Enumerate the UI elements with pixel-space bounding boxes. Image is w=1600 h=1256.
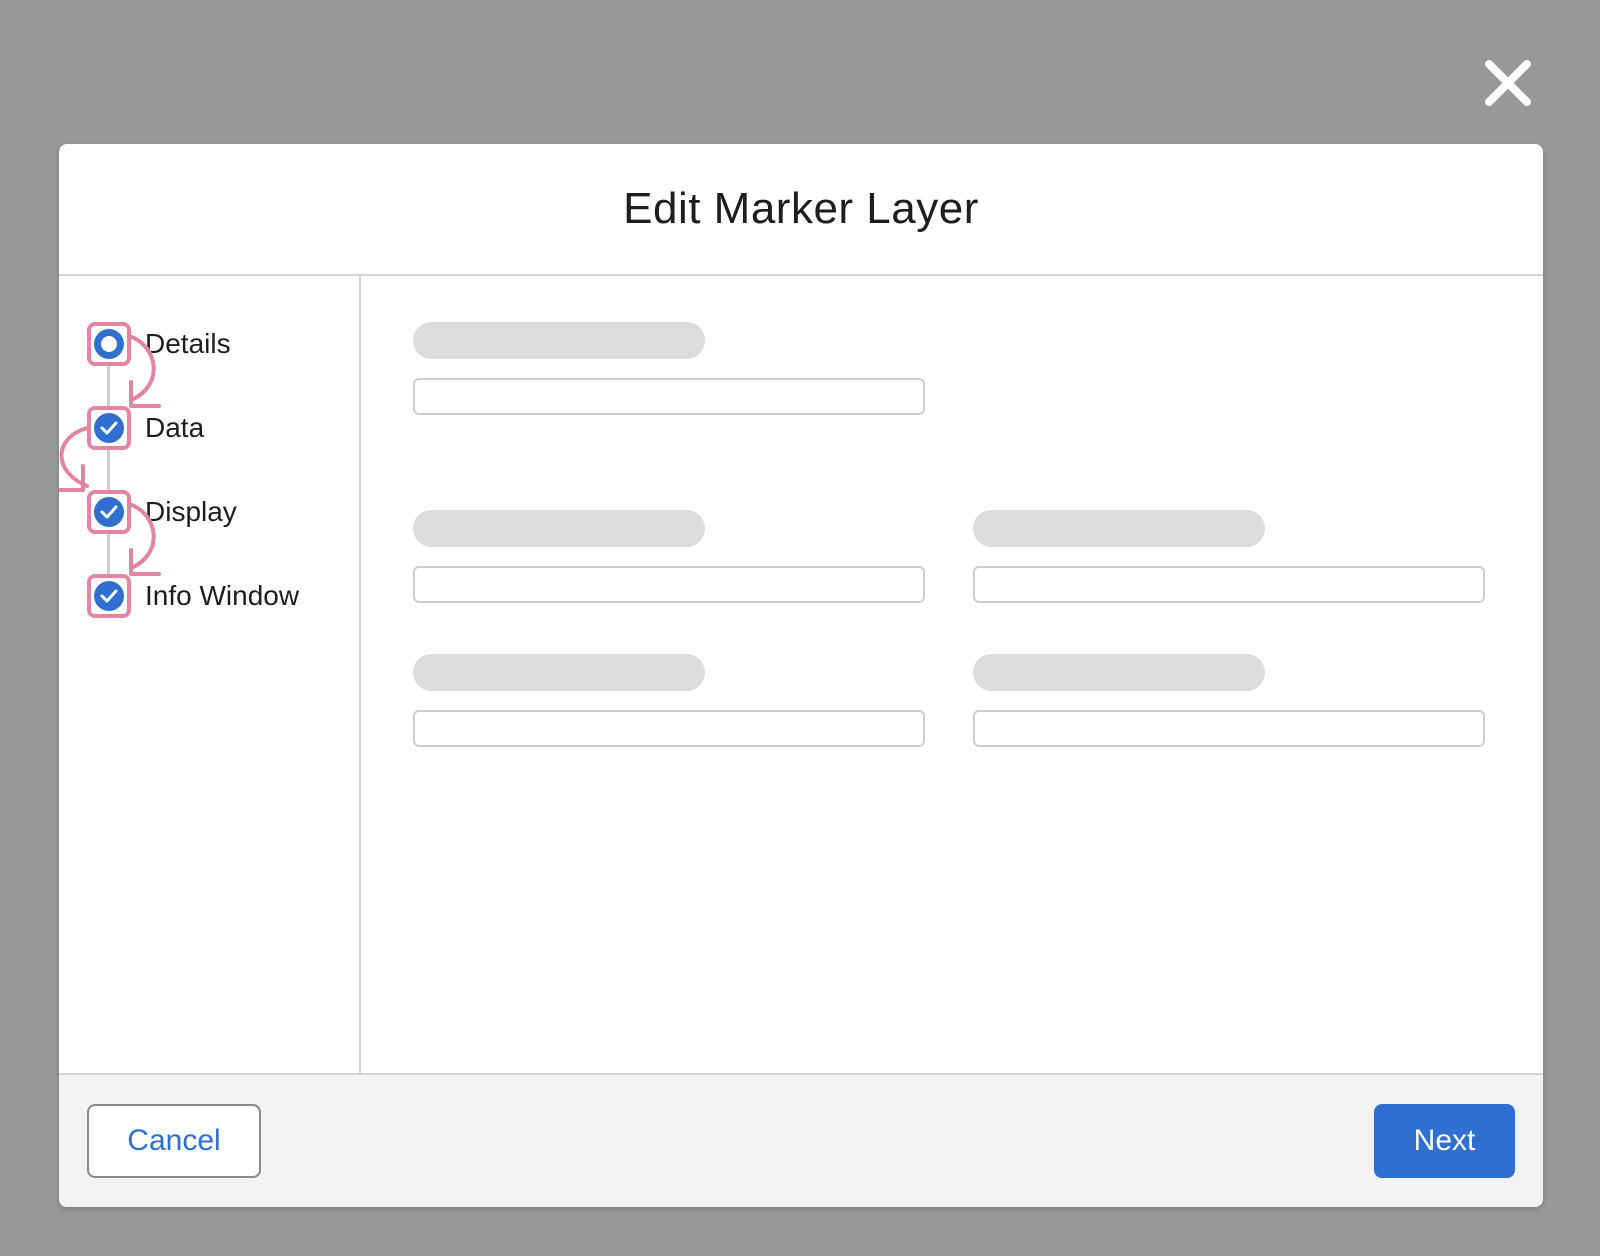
modal-title: Edit Marker Layer: [623, 184, 979, 233]
step-marker: [87, 406, 131, 450]
curved-arrow-icon: [129, 380, 161, 408]
skeleton-label: [413, 654, 705, 691]
step-data[interactable]: Data: [87, 406, 204, 450]
step-details[interactable]: Details: [87, 322, 231, 366]
step-connector: [107, 366, 110, 406]
step-marker: [87, 574, 131, 618]
skeleton-input[interactable]: [973, 710, 1485, 747]
curved-arrow-icon: [59, 464, 85, 492]
skeleton-label: [973, 510, 1265, 547]
step-sidebar: Details Data Display Info Window: [59, 276, 361, 1073]
step-label: Data: [145, 412, 205, 443]
curved-arrow-icon: [129, 548, 161, 576]
edit-marker-layer-modal: Edit Marker Layer Details Data Display I…: [59, 144, 1543, 1207]
close-icon[interactable]: [1481, 56, 1535, 110]
modal-header: Edit Marker Layer: [59, 144, 1543, 276]
step-connector: [107, 534, 110, 574]
step-connector: [107, 450, 110, 490]
skeleton-input[interactable]: [413, 566, 925, 603]
step-label: Display: [145, 496, 237, 527]
next-button[interactable]: Next: [1374, 1104, 1515, 1178]
skeleton-label: [973, 654, 1265, 691]
check-icon: [94, 497, 124, 527]
skeleton-input[interactable]: [413, 710, 925, 747]
curved-arrow-icon: [59, 426, 89, 488]
close-button[interactable]: [1481, 56, 1535, 110]
step-label: Details: [145, 328, 231, 359]
form-content: [361, 276, 1543, 1073]
step-label: Info Window: [145, 580, 300, 611]
step-marker: [87, 490, 131, 534]
modal-footer: Cancel Next: [59, 1073, 1543, 1207]
current-step-icon: [94, 329, 124, 359]
skeleton-label: [413, 322, 705, 359]
check-icon: [94, 413, 124, 443]
skeleton-label: [413, 510, 705, 547]
step-marker: [87, 322, 131, 366]
cancel-button[interactable]: Cancel: [87, 1104, 261, 1178]
skeleton-input[interactable]: [973, 566, 1485, 603]
step-display[interactable]: Display: [87, 490, 237, 534]
step-info-window[interactable]: Info Window: [87, 574, 299, 618]
skeleton-input[interactable]: [413, 378, 925, 415]
check-icon: [94, 581, 124, 611]
